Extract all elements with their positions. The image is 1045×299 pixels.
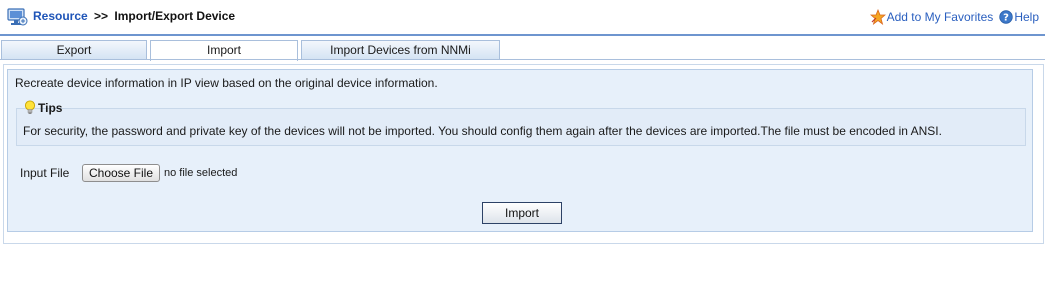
page-header: Resource >> Import/Export Device Add to … bbox=[0, 0, 1045, 34]
import-button[interactable]: Import bbox=[482, 202, 562, 224]
breadcrumb-separator: >> bbox=[94, 9, 109, 23]
tab-divider bbox=[0, 59, 1045, 60]
selected-file-status: no file selected bbox=[164, 167, 238, 179]
favorite-star-icon[interactable] bbox=[869, 8, 886, 26]
tab-bar: Export Import Import Devices from NNMi bbox=[0, 40, 1045, 61]
tab-import[interactable]: Import bbox=[150, 40, 298, 61]
header-divider bbox=[0, 34, 1045, 36]
breadcrumb-resource-link[interactable]: Resource bbox=[33, 9, 88, 23]
tab-export[interactable]: Export bbox=[1, 40, 147, 60]
import-description: Recreate device information in IP view b… bbox=[15, 76, 438, 90]
choose-file-button[interactable]: Choose File bbox=[82, 164, 160, 182]
resource-icon bbox=[6, 6, 28, 28]
lightbulb-icon bbox=[24, 100, 36, 115]
tab-import-from-nnmi[interactable]: Import Devices from NNMi bbox=[301, 40, 500, 60]
svg-text:?: ? bbox=[1003, 13, 1009, 24]
page-title: Import/Export Device bbox=[114, 9, 236, 23]
tips-heading: Tips bbox=[24, 100, 62, 115]
input-file-label: Input File bbox=[20, 166, 70, 180]
tips-text: For security, the password and private k… bbox=[23, 124, 942, 138]
header-actions: Add to My Favorites ? Help bbox=[869, 8, 1039, 26]
help-icon[interactable]: ? bbox=[999, 10, 1014, 24]
tips-title: Tips bbox=[38, 100, 63, 115]
breadcrumb: Resource >> Import/Export Device bbox=[33, 9, 235, 23]
add-to-favorites-link[interactable]: Add to My Favorites bbox=[887, 10, 994, 24]
help-link[interactable]: Help bbox=[1014, 10, 1039, 24]
